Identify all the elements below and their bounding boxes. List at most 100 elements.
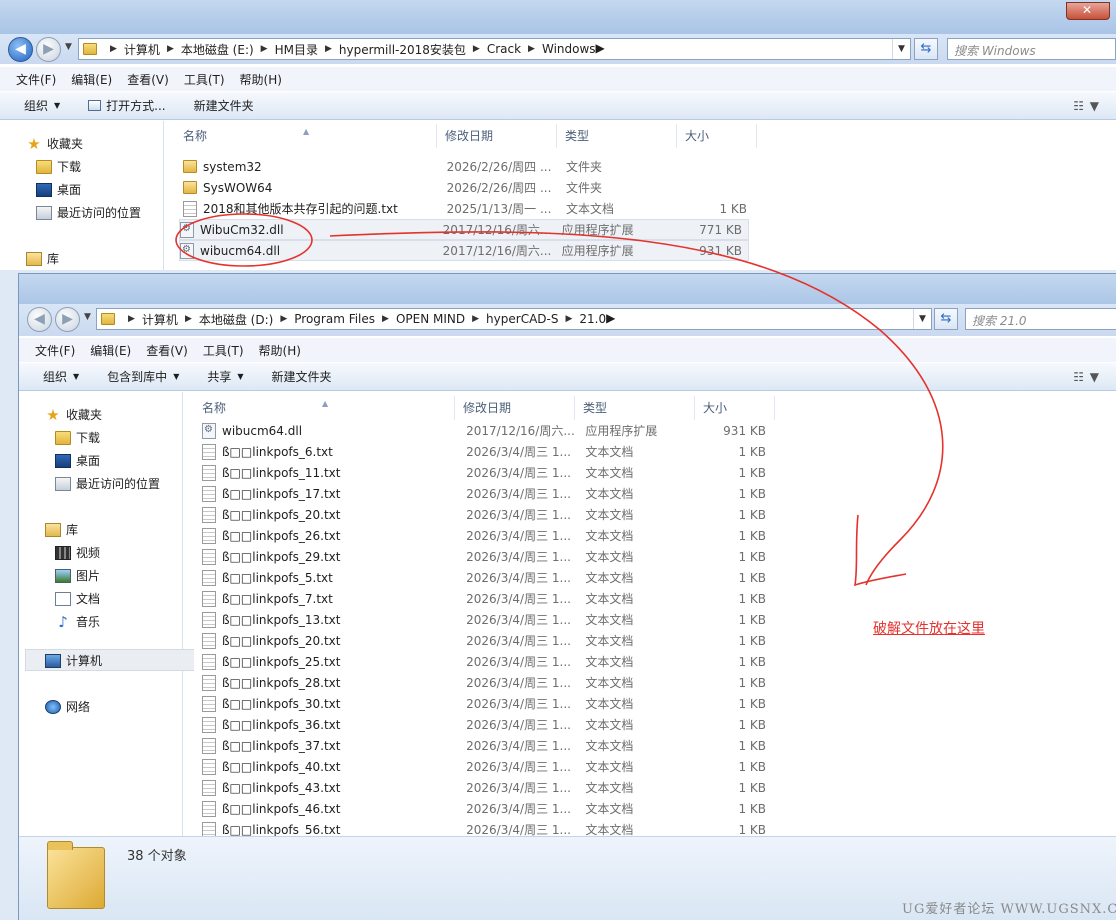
file-row[interactable]: ß□□linkpofs_25.txt 2026/3/4/周三 1... 文本文档 1 … <box>202 651 772 672</box>
back-new-folder-button[interactable]: 新建文件夹 <box>194 97 254 114</box>
file-row[interactable]: ß□□linkpofs_7.txt 2026/3/4/周三 1... 文本文档 1 K… <box>202 588 772 609</box>
nav-videos[interactable]: 视频 <box>55 544 100 561</box>
front-share-button[interactable]: 共享 ▼ <box>207 368 243 385</box>
chevron-right-icon[interactable]: ▶ <box>128 314 135 324</box>
back-search-input[interactable]: 搜索 Windows <box>947 38 1116 60</box>
front-nav-back-button[interactable]: ◀ <box>27 307 52 332</box>
menu-item[interactable]: 工具(T) <box>184 71 225 88</box>
breadcrumb-item[interactable]: ▶ OPEN MIND <box>375 311 465 328</box>
file-row[interactable]: ß□□linkpofs_46.txt 2026/3/4/周三 1... 文本文档 1 … <box>202 798 772 819</box>
chevron-right-icon[interactable]: ▶ <box>473 44 480 54</box>
file-row[interactable]: ß□□linkpofs_28.txt 2026/3/4/周三 1... 文本文档 1 … <box>202 672 772 693</box>
nav-desktop[interactable]: 桌面 <box>55 452 100 469</box>
breadcrumb-item[interactable]: ▶ 本地磁盘 (E:) <box>160 41 254 58</box>
nav-documents[interactable]: 文档 <box>55 590 100 607</box>
chevron-right-icon[interactable]: ▶ <box>167 44 174 54</box>
nav-recent[interactable]: 最近访问的位置 <box>36 204 141 221</box>
column-date[interactable]: 修改日期 <box>437 124 557 148</box>
address-dropdown-icon[interactable]: ▼ <box>892 39 910 59</box>
back-nav-forward-button[interactable]: ▶ <box>36 37 61 62</box>
menu-item[interactable]: 编辑(E) <box>90 342 131 359</box>
breadcrumb-item[interactable]: ▶ HM目录 <box>254 41 318 58</box>
file-row[interactable]: ß□□linkpofs_29.txt 2026/3/4/周三 1... 文本文档 1 … <box>202 546 772 567</box>
file-row[interactable]: ß□□linkpofs_17.txt 2026/3/4/周三 1... 文本文档 1 … <box>202 483 772 504</box>
file-row[interactable]: ß□□linkpofs_26.txt 2026/3/4/周三 1... 文本文档 1 … <box>202 525 772 546</box>
nav-libraries[interactable]: 库 <box>26 250 59 267</box>
file-row[interactable]: ß□□linkpofs_40.txt 2026/3/4/周三 1... 文本文档 1 … <box>202 756 772 777</box>
column-date[interactable]: 修改日期 <box>455 396 575 420</box>
nav-network[interactable]: 网络 <box>45 698 90 715</box>
menu-item[interactable]: 文件(F) <box>35 342 75 359</box>
nav-recent[interactable]: 最近访问的位置 <box>55 475 160 492</box>
breadcrumb-item[interactable]: ▶ Crack <box>466 41 521 58</box>
column-name[interactable]: 名称 ▲ <box>175 124 437 148</box>
chevron-right-icon[interactable]: ▶ <box>325 44 332 54</box>
nav-downloads[interactable]: 下载 <box>55 429 100 446</box>
menu-item[interactable]: 查看(V) <box>146 342 188 359</box>
menu-item[interactable]: 帮助(H) <box>259 342 301 359</box>
view-options-icon[interactable]: ☷ ▼ <box>1073 370 1100 384</box>
breadcrumb-item[interactable]: ▶ 21.0 <box>558 311 606 328</box>
breadcrumb-item[interactable]: ▶ 本地磁盘 (D:) <box>178 311 273 328</box>
back-refresh-button[interactable]: ⇆ <box>914 38 938 60</box>
nav-computer[interactable]: 计算机 <box>45 652 102 669</box>
chevron-right-icon[interactable]: ▶ <box>185 314 192 324</box>
front-nav-forward-button[interactable]: ▶ <box>55 307 80 332</box>
breadcrumb-item[interactable]: ▶ hyperCAD-S <box>465 311 558 328</box>
file-row[interactable]: ß□□linkpofs_30.txt 2026/3/4/周三 1... 文本文档 1 … <box>202 693 772 714</box>
column-size[interactable]: 大小 <box>695 396 775 420</box>
nav-desktop[interactable]: 桌面 <box>36 181 81 198</box>
menu-item[interactable]: 工具(T) <box>203 342 244 359</box>
breadcrumb-item[interactable]: ▶ 计算机 <box>121 311 178 328</box>
menu-item[interactable]: 查看(V) <box>127 71 169 88</box>
chevron-right-icon[interactable]: ▶ <box>382 314 389 324</box>
file-row[interactable]: wibucm64.dll 2017/12/16/周六... 应用程序扩展 931 KB <box>202 420 772 441</box>
back-open-with-button[interactable]: 打开方式... <box>88 97 166 114</box>
back-close-button[interactable] <box>1066 2 1110 20</box>
breadcrumb-item[interactable]: ▶ Program Files <box>273 311 375 328</box>
chevron-right-icon[interactable]: ▶ <box>110 44 117 54</box>
front-include-library-button[interactable]: 包含到库中 ▼ <box>107 368 179 385</box>
chevron-right-icon[interactable]: ▶ <box>472 314 479 324</box>
nav-favorites[interactable]: ★ 收藏夹 <box>45 406 102 423</box>
nav-pictures[interactable]: 图片 <box>55 567 100 584</box>
file-row[interactable]: ß□□linkpofs_43.txt 2026/3/4/周三 1... 文本文档 1 … <box>202 777 772 798</box>
chevron-right-icon[interactable]: ▶ <box>606 311 615 328</box>
front-search-input[interactable]: 搜索 21.0 <box>965 308 1116 330</box>
column-type[interactable]: 类型 <box>557 124 677 148</box>
file-row[interactable]: ß□□linkpofs_20.txt 2026/3/4/周三 1... 文本文档 1 … <box>202 630 772 651</box>
chevron-right-icon[interactable]: ▶ <box>261 44 268 54</box>
back-organize-button[interactable]: 组织 ▼ <box>24 97 60 114</box>
front-new-folder-button[interactable]: 新建文件夹 <box>272 368 332 385</box>
chevron-right-icon[interactable]: ▶ <box>565 314 572 324</box>
back-nav-back-button[interactable]: ◀ <box>8 37 33 62</box>
file-row[interactable]: WibuCm32.dll 2017/12/16/周六... 应用程序扩展 771 KB <box>179 219 749 240</box>
menu-item[interactable]: 编辑(E) <box>71 71 112 88</box>
front-address-bar[interactable]: ▶ 计算机 ▶ 本地磁盘 (D:) ▶ Program Files ▶ OPEN MIND ▶ h… <box>96 308 932 330</box>
nav-music[interactable]: ♪ 音乐 <box>55 613 100 630</box>
file-row[interactable]: SysWOW64 2026/2/26/周四 ... 文件夹 <box>183 177 753 198</box>
column-size[interactable]: 大小 <box>677 124 757 148</box>
column-name[interactable]: 名称 ▲ <box>194 396 455 420</box>
file-row[interactable]: ß□□linkpofs_13.txt 2026/3/4/周三 1... 文本文档 1 … <box>202 609 772 630</box>
file-row[interactable]: ß□□linkpofs_5.txt 2026/3/4/周三 1... 文本文档 1 K… <box>202 567 772 588</box>
front-organize-button[interactable]: 组织 ▼ <box>43 368 79 385</box>
file-row[interactable]: ß□□linkpofs_37.txt 2026/3/4/周三 1... 文本文档 1 … <box>202 735 772 756</box>
column-type[interactable]: 类型 <box>575 396 695 420</box>
menu-item[interactable]: 文件(F) <box>16 71 56 88</box>
front-refresh-button[interactable]: ⇆ <box>934 308 958 330</box>
chevron-right-icon[interactable]: ▶ <box>596 41 605 58</box>
address-dropdown-icon[interactable]: ▼ <box>913 309 931 329</box>
back-history-dropdown-icon[interactable]: ▼ <box>65 42 72 52</box>
file-row[interactable]: ß□□linkpofs_6.txt 2026/3/4/周三 1... 文本文档 1 K… <box>202 441 772 462</box>
breadcrumb-item[interactable]: ▶ hypermill-2018安装包 <box>318 41 466 58</box>
file-row[interactable]: ß□□linkpofs_36.txt 2026/3/4/周三 1... 文本文档 1 … <box>202 714 772 735</box>
file-row[interactable]: ß□□linkpofs_20.txt 2026/3/4/周三 1... 文本文档 1 … <box>202 504 772 525</box>
chevron-right-icon[interactable]: ▶ <box>280 314 287 324</box>
back-address-bar[interactable]: ▶ 计算机 ▶ 本地磁盘 (E:) ▶ HM目录 ▶ hypermill-2018安装包 ▶ Cr… <box>78 38 911 60</box>
view-options-icon[interactable]: ☷ ▼ <box>1073 99 1100 113</box>
file-row[interactable]: ß□□linkpofs_11.txt 2026/3/4/周三 1... 文本文档 1 … <box>202 462 772 483</box>
breadcrumb-item[interactable]: ▶ 计算机 <box>103 41 160 58</box>
nav-favorites[interactable]: ★ 收藏夹 <box>26 135 83 152</box>
file-row[interactable]: wibucm64.dll 2017/12/16/周六... 应用程序扩展 931 KB <box>179 240 749 261</box>
